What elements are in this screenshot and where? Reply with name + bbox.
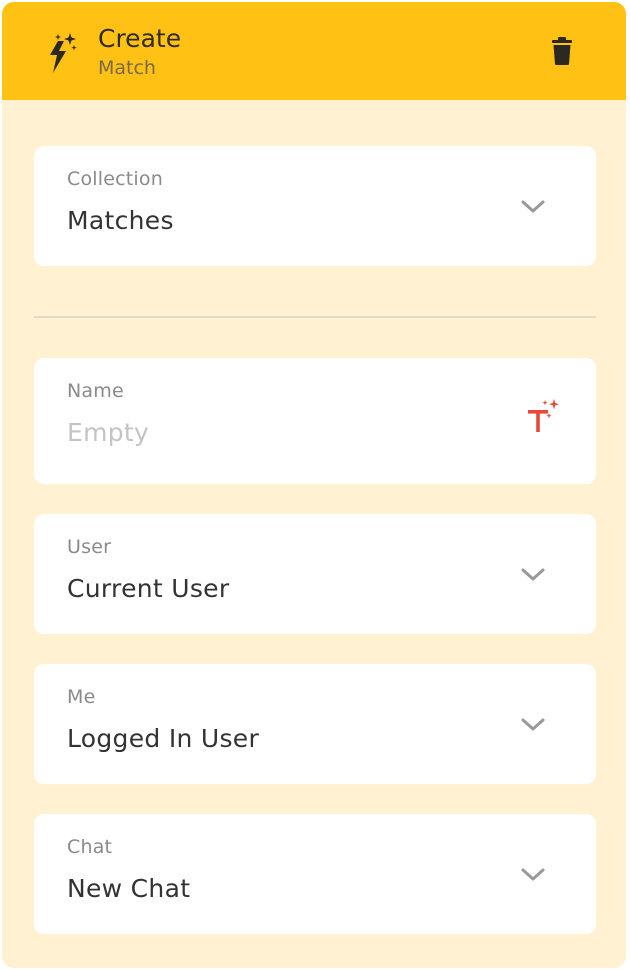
chevron-down-icon[interactable] — [520, 867, 546, 883]
collection-label: Collection — [67, 168, 163, 190]
me-value: Logged In User — [67, 724, 260, 753]
collection-dropdown[interactable]: Collection Matches — [34, 146, 596, 266]
section-divider — [34, 316, 596, 318]
magic-text-icon[interactable] — [524, 397, 562, 437]
user-label: User — [67, 536, 112, 558]
me-label: Me — [67, 686, 96, 708]
collection-value: Matches — [67, 206, 174, 235]
name-input[interactable]: Empty — [67, 418, 149, 448]
chat-label: Chat — [67, 836, 113, 858]
chevron-down-icon[interactable] — [520, 199, 546, 215]
me-dropdown[interactable]: Me Logged In User — [34, 664, 596, 784]
panel-header: Create Match — [2, 2, 626, 100]
chat-dropdown[interactable]: Chat New Chat — [34, 814, 596, 934]
chevron-down-icon[interactable] — [520, 567, 546, 583]
create-action-panel: Create Match Collection Matches Name Emp… — [2, 2, 626, 968]
user-dropdown[interactable]: User Current User — [34, 514, 596, 634]
name-label: Name — [67, 380, 124, 402]
panel-title: Create — [98, 24, 182, 53]
trash-icon[interactable] — [550, 36, 574, 66]
magic-bolt-icon — [50, 33, 77, 73]
user-value: Current User — [67, 574, 230, 603]
chevron-down-icon[interactable] — [520, 717, 546, 733]
chat-value: New Chat — [67, 874, 191, 903]
panel-subtitle: Match — [98, 57, 156, 79]
name-field[interactable]: Name Empty — [34, 358, 596, 484]
